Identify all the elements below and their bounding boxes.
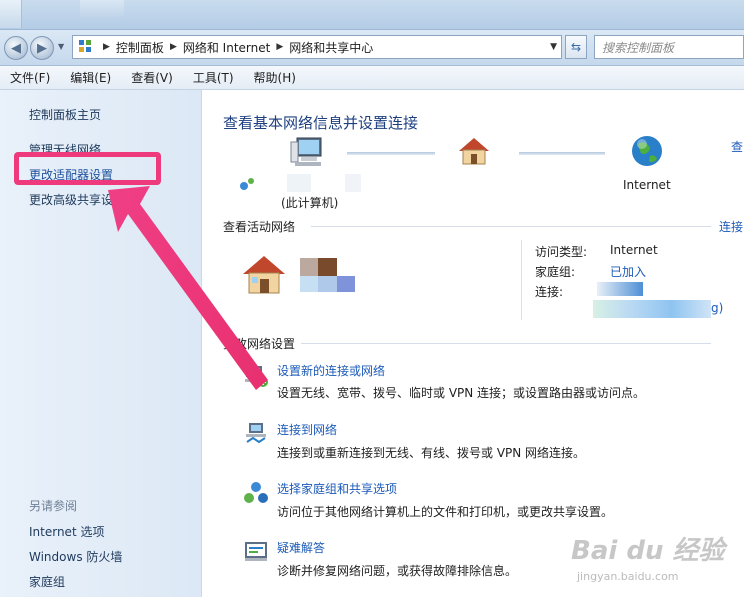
change-settings-heading: 更改网络设置 [223,337,296,351]
redacted-block [287,174,311,192]
connect-disconnect-link[interactable]: 连接 [719,218,743,235]
refresh-button[interactable]: ⇆ [565,35,587,59]
redacted-block [318,276,337,292]
vertical-divider [521,240,522,320]
section-divider [301,343,711,344]
menu-edit[interactable]: 编辑(E) [64,69,117,86]
arrow-right-icon: ▶ [37,40,47,56]
homegroup-sharing-icon [244,482,268,503]
view-full-map-link[interactable]: 查 [731,138,743,155]
setup-new-connection-desc: 设置无线、宽带、拨号、临时或 VPN 连接；或设置路由器或访问点。 [277,386,646,400]
watermark-url: jingyan.baidu.com [577,570,679,583]
breadcrumb-separator-icon[interactable]: ▶ [276,42,283,52]
refresh-icon: ⇆ [570,40,582,54]
troubleshoot-icon [245,542,267,561]
network-house-icon [459,138,489,165]
breadcrumb: ▶ 控制面板 ▶ 网络和 Internet ▶ 网络和共享中心 [97,39,373,56]
see-also-heading: 另请参阅 [29,499,78,513]
homegroup-label: 家庭组: [535,265,576,279]
access-type-label: 访问类型: [535,245,588,259]
baidu-watermark: Bai du 经验 jingyan.baidu.com [567,526,737,590]
window-titlebar [0,0,744,30]
redacted-block [318,258,337,276]
redacted-connection-name[interactable] [597,282,643,296]
network-icon [240,178,254,190]
connect-network-icon [246,423,266,444]
control-panel-icon [77,39,97,55]
redacted-block [300,258,318,276]
back-button[interactable]: ◀ [4,36,28,60]
sidebar-link-control-panel-home[interactable]: 控制面板主页 [29,106,101,123]
internet-globe-icon [632,136,662,166]
redacted-block [337,276,355,292]
homegroup-value-link[interactable]: 已加入 [610,263,646,280]
forward-button[interactable]: ▶ [30,36,54,60]
breadcrumb-network-sharing-center[interactable]: 网络和共享中心 [289,39,373,56]
annotation-highlight-box [14,152,161,185]
breadcrumb-control-panel[interactable]: 控制面板 [116,39,164,56]
page-title: 查看基本网络信息并设置连接 [223,114,419,132]
arrow-left-icon: ◀ [11,40,21,56]
connection-line [347,152,435,155]
menu-bar: 文件(F) 编辑(E) 查看(V) 工具(T) 帮助(H) [0,66,744,90]
address-bar[interactable]: ▶ 控制面板 ▶ 网络和 Internet ▶ 网络和共享中心 ▼ [72,35,562,59]
connection-name-suffix[interactable]: g) [711,301,723,315]
computer-icon [290,137,322,166]
internet-label[interactable]: Internet [623,178,671,192]
redacted-block [345,174,361,192]
search-placeholder: 搜索控制面板 [602,40,675,55]
watermark-text: Bai du 经验 [571,536,725,566]
section-divider [311,226,711,227]
setup-new-connection-link[interactable]: 设置新的连接或网络 [277,362,385,379]
window-icon [0,0,22,28]
menu-view[interactable]: 查看(V) [125,69,179,86]
menu-help[interactable]: 帮助(H) [248,69,302,86]
address-dropdown-icon[interactable]: ▼ [550,42,557,52]
connect-to-network-link[interactable]: 连接到网络 [277,421,337,438]
sidebar-link-windows-firewall[interactable]: Windows 防火墙 [29,548,122,565]
this-computer-label: (此计算机) [281,196,339,210]
homegroup-sharing-desc: 访问位于其他网络计算机上的文件和打印机，或更改共享设置。 [277,505,614,519]
breadcrumb-network-internet[interactable]: 网络和 Internet [183,39,270,56]
home-network-icon [243,256,285,294]
access-type-value: Internet [610,243,658,257]
redacted-connection-name[interactable] [593,300,711,318]
new-connection-icon [245,366,268,387]
search-input[interactable]: 搜索控制面板 [594,35,744,59]
titlebar-decoration [80,0,124,18]
connection-label: 连接: [535,285,564,299]
sidebar-link-internet-options[interactable]: Internet 选项 [29,523,104,540]
breadcrumb-separator-icon: ▶ [103,42,110,52]
connection-line [519,152,605,155]
connect-to-network-desc: 连接到或重新连接到无线、有线、拨号或 VPN 网络连接。 [277,446,586,460]
active-networks-heading: 查看活动网络 [223,220,296,234]
homegroup-sharing-link[interactable]: 选择家庭组和共享选项 [277,480,397,497]
recent-pages-dropdown[interactable]: ▼ [58,42,64,51]
breadcrumb-separator-icon[interactable]: ▶ [170,42,177,52]
troubleshoot-link[interactable]: 疑难解答 [277,539,325,556]
main-content: 查看基本网络信息并设置连接 查 (此计算机) Internet 查看活动网络 连… [203,90,744,597]
navigation-bar: ◀ ▶ ▼ ▶ 控制面板 ▶ 网络和 Internet ▶ 网络和共享中心 ▼ … [0,30,744,66]
menu-tools[interactable]: 工具(T) [187,69,240,86]
redacted-block [300,276,318,292]
sidebar-link-advanced-sharing[interactable]: 更改高级共享设 [29,191,113,208]
troubleshoot-desc: 诊断并修复网络问题，或获得故障排除信息。 [277,564,518,578]
menu-file[interactable]: 文件(F) [4,69,56,86]
sidebar-link-homegroup[interactable]: 家庭组 [29,573,65,590]
